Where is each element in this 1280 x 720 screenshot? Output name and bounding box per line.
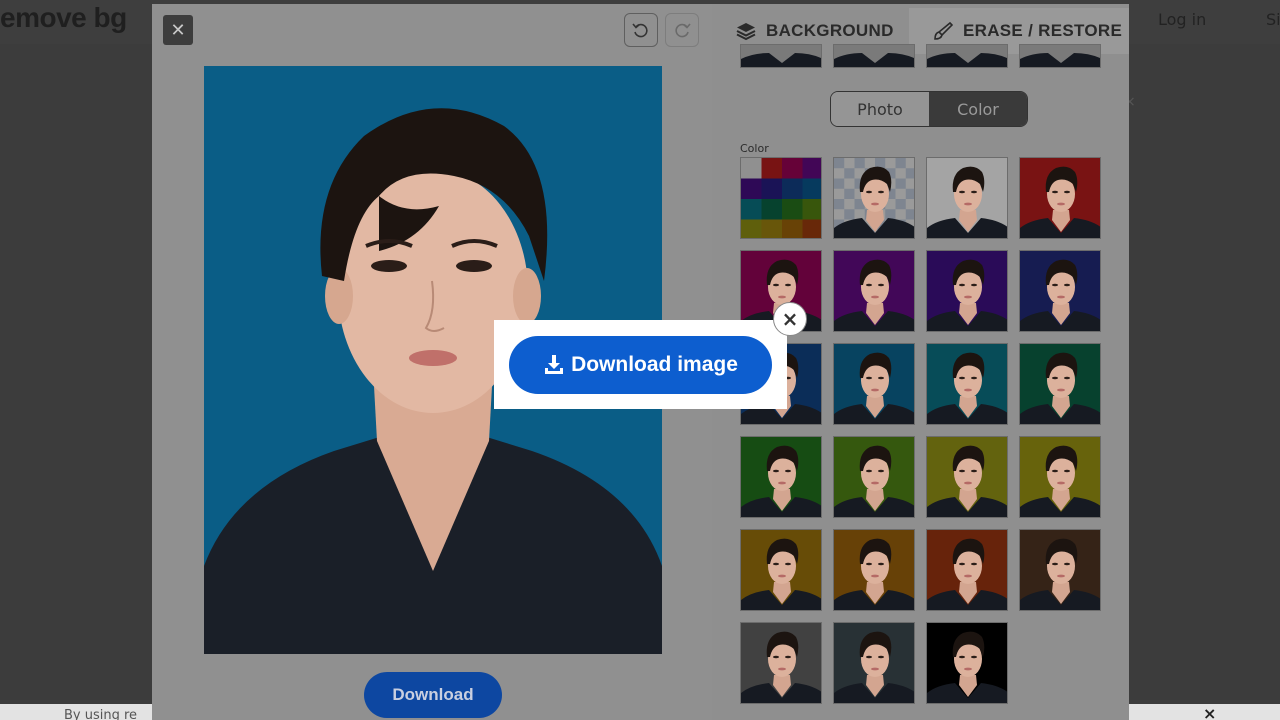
download-popup: Download image (494, 320, 787, 409)
swatch-e4e4e4[interactable] (926, 157, 1008, 239)
close-icon: × (781, 307, 799, 331)
undo-icon (632, 23, 648, 38)
toggle-color[interactable]: Color (929, 92, 1027, 126)
cookie-text: By using re (64, 708, 138, 720)
swatch-000000[interactable] (926, 622, 1008, 704)
swatch-8f6a0a[interactable] (740, 529, 822, 611)
redo-button[interactable] (665, 13, 699, 47)
download-button[interactable]: Download (364, 672, 502, 718)
close-icon: ✕ (170, 19, 186, 41)
color-picker-swatch[interactable] (740, 157, 822, 239)
swatch-8a8a14[interactable] (926, 436, 1008, 518)
popup-close-button[interactable]: × (773, 302, 807, 336)
login-link[interactable]: Log in (1158, 10, 1206, 29)
swatch-top-strip[interactable] (1019, 44, 1101, 68)
photo-color-toggle: Photo Color (830, 91, 1028, 127)
swatch-0a5d86[interactable] (833, 343, 915, 425)
swatch-1e2770[interactable] (1019, 250, 1101, 332)
swatch-8f5a0a[interactable] (833, 529, 915, 611)
swatch-0a5a40[interactable] (1019, 343, 1101, 425)
tab-erase-label: ERASE / RESTORE (963, 21, 1123, 40)
close-editor-button[interactable]: ✕ (163, 15, 193, 45)
swatch-1f6a1a[interactable] (740, 436, 822, 518)
swatch-a81a1a[interactable] (1019, 157, 1101, 239)
swatch-0a6a7a[interactable] (926, 343, 1008, 425)
swatch-top-strip[interactable] (833, 44, 915, 68)
redo-icon (675, 23, 691, 38)
signup-link[interactable]: Si (1266, 10, 1280, 29)
undo-button[interactable] (624, 13, 658, 47)
swatch-5c0a7a[interactable] (833, 250, 915, 332)
download-image-button[interactable]: Download image (509, 336, 772, 394)
tab-background-label: BACKGROUND (766, 21, 894, 40)
cookie-close-icon[interactable]: × (1203, 704, 1216, 720)
download-image-label: Download image (571, 353, 738, 376)
swatch-3a0f7a[interactable] (926, 250, 1008, 332)
swatch-transparent[interactable] (833, 157, 915, 239)
toggle-photo[interactable]: Photo (831, 92, 929, 126)
swatch-4a7a14[interactable] (833, 436, 915, 518)
layers-icon (736, 21, 756, 41)
swatch-4a3020[interactable] (1019, 529, 1101, 611)
swatch-8f8a10[interactable] (1019, 436, 1101, 518)
swatch-8f300f[interactable] (926, 529, 1008, 611)
color-section-label: Color (740, 142, 769, 155)
swatch-38444a[interactable] (833, 622, 915, 704)
download-icon (543, 354, 565, 376)
swatch-top-strip[interactable] (926, 44, 1008, 68)
brush-icon (933, 21, 953, 41)
swatch-5a5a5a[interactable] (740, 622, 822, 704)
swatch-top-strip[interactable] (740, 44, 822, 68)
site-logo[interactable]: emove bg (0, 2, 127, 34)
